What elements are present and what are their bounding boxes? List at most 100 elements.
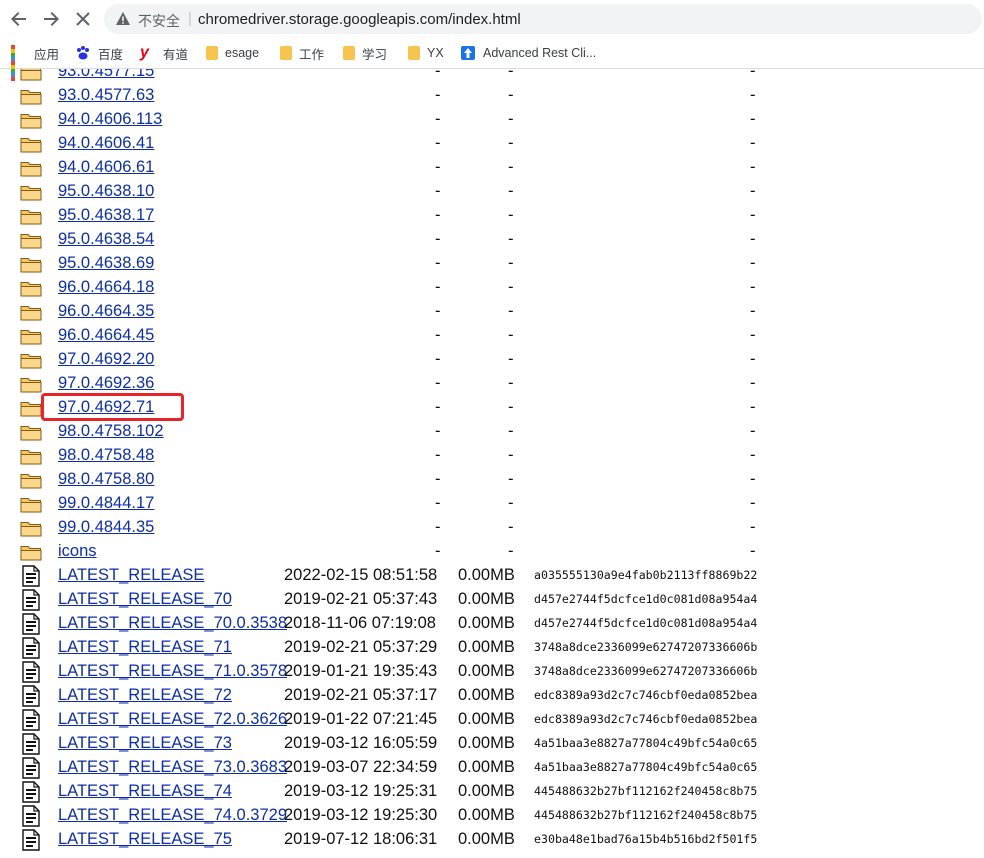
file-date: 2019-02-21 05:37:17	[284, 686, 438, 704]
file-row: LATEST_RELEASE_73.0.3683 2019-03-07 22:34…	[0, 756, 984, 780]
folder-icon	[20, 207, 42, 225]
folder-link[interactable]: 99.0.4844.35	[58, 518, 154, 537]
hash-placeholder: -	[750, 69, 756, 80]
file-size: 0.00MB	[458, 830, 515, 848]
folder-link[interactable]: icons	[58, 542, 97, 561]
date-placeholder: -	[435, 302, 441, 320]
date-placeholder: -	[435, 446, 441, 464]
folder-row: 96.0.4664.45 - - -	[0, 324, 984, 348]
file-icon	[21, 661, 41, 683]
folder-icon	[20, 423, 42, 441]
file-icon	[21, 613, 41, 635]
file-link[interactable]: LATEST_RELEASE_75	[58, 830, 232, 849]
file-row: LATEST_RELEASE_70 2019-02-21 05:37:43 0.00…	[0, 588, 984, 612]
folder-link[interactable]: 96.0.4664.18	[58, 278, 154, 297]
file-date: 2019-02-21 05:37:43	[284, 590, 438, 608]
baidu-paw-icon	[75, 45, 91, 61]
bookmarks-bar: 应用 百度 y 有道 esage 工作 学习 YX Advanced Rest …	[0, 38, 984, 81]
folder-link[interactable]: 93.0.4577.15	[58, 69, 154, 81]
folder-link[interactable]: 98.0.4758.48	[58, 446, 154, 465]
folder-link[interactable]: 98.0.4758.80	[58, 470, 154, 489]
date-placeholder: -	[435, 398, 441, 416]
date-placeholder: -	[435, 230, 441, 248]
folder-link[interactable]: 95.0.4638.54	[58, 230, 154, 249]
folder-icon	[20, 399, 42, 417]
file-link[interactable]: LATEST_RELEASE_73	[58, 734, 232, 753]
address-bar[interactable]: 不安全 | chromedriver.storage.googleapis.co…	[104, 4, 982, 34]
forward-arrow-icon[interactable]	[39, 7, 63, 31]
folder-row: 94.0.4606.113 - - -	[0, 108, 984, 132]
bookmark-advanced-rest-client[interactable]: Advanced Rest Cli...	[460, 38, 596, 68]
hash-placeholder: -	[750, 518, 756, 536]
file-icon	[21, 757, 41, 779]
folder-link[interactable]: 97.0.4692.36	[58, 374, 154, 393]
file-row: LATEST_RELEASE_74.0.3729 2019-03-12 19:25…	[0, 804, 984, 828]
file-link[interactable]: LATEST_RELEASE_71	[58, 638, 232, 657]
date-placeholder: -	[435, 422, 441, 440]
stop-loading-icon[interactable]	[71, 7, 95, 31]
file-icon	[21, 829, 41, 851]
file-row: LATEST_RELEASE_71 2019-02-21 05:37:29 0.00…	[0, 636, 984, 660]
bookmark-yx[interactable]: YX	[406, 38, 444, 68]
folder-link[interactable]: 95.0.4638.10	[58, 182, 154, 201]
file-link[interactable]: LATEST_RELEASE_70	[58, 590, 232, 609]
date-placeholder: -	[435, 518, 441, 536]
folder-row: 94.0.4606.41 - - -	[0, 132, 984, 156]
file-date: 2019-03-07 22:34:59	[284, 758, 438, 776]
warning-icon[interactable]	[114, 10, 132, 28]
folder-link[interactable]: 96.0.4664.45	[58, 326, 154, 345]
file-size: 0.00MB	[458, 614, 515, 632]
bookmark-apps[interactable]: 应用	[11, 38, 59, 81]
file-link[interactable]: LATEST_RELEASE_70.0.3538	[58, 614, 287, 633]
bookmark-baidu[interactable]: 百度	[75, 38, 123, 68]
file-link[interactable]: LATEST_RELEASE_73.0.3683	[58, 758, 287, 777]
file-hash: 445488632b27bf112162f240458c8b75	[534, 808, 758, 822]
size-placeholder: -	[508, 158, 514, 176]
file-hash: 3748a8dce2336099e62747207336606b	[534, 664, 758, 678]
folder-link[interactable]: 98.0.4758.102	[58, 422, 164, 441]
file-link[interactable]: LATEST_RELEASE_72	[58, 686, 232, 705]
back-arrow-icon[interactable]	[7, 7, 31, 31]
security-label[interactable]: 不安全	[138, 11, 180, 31]
bookmark-esage[interactable]: esage	[204, 38, 259, 68]
bookmark-work[interactable]: 工作	[278, 38, 324, 68]
bookmark-label: esage	[225, 46, 260, 60]
folder-link[interactable]: 95.0.4638.17	[58, 206, 154, 225]
folder-link[interactable]: 93.0.4577.63	[58, 86, 154, 105]
folder-link[interactable]: 99.0.4844.17	[58, 494, 154, 513]
folder-link[interactable]: 94.0.4606.61	[58, 158, 154, 177]
file-date: 2018-11-06 07:19:08	[284, 614, 436, 632]
folder-link[interactable]: 97.0.4692.20	[58, 350, 154, 369]
file-link[interactable]: LATEST_RELEASE_74.0.3729	[58, 806, 287, 825]
highlight-box	[41, 393, 184, 421]
size-placeholder: -	[508, 278, 514, 296]
bookmark-study[interactable]: 学习	[341, 38, 387, 68]
file-link[interactable]: LATEST_RELEASE_71.0.3578	[58, 662, 287, 681]
folder-link[interactable]: 94.0.4606.41	[58, 134, 154, 153]
file-date: 2019-02-21 05:37:29	[284, 638, 438, 656]
date-placeholder: -	[435, 206, 441, 224]
file-link[interactable]: LATEST_RELEASE	[58, 566, 204, 585]
file-size: 0.00MB	[458, 734, 515, 752]
date-placeholder: -	[435, 326, 441, 344]
folder-link[interactable]: 95.0.4638.69	[58, 254, 154, 273]
size-placeholder: -	[508, 230, 514, 248]
folder-link[interactable]: 96.0.4664.35	[58, 302, 154, 321]
bookmark-youdao[interactable]: y 有道	[140, 38, 188, 68]
folder-row: 99.0.4844.35 - - -	[0, 516, 984, 540]
file-hash: a035555130a9e4fab0b2113ff8869b22	[534, 568, 758, 582]
size-placeholder: -	[508, 134, 514, 152]
folder-row: 98.0.4758.48 - - -	[0, 444, 984, 468]
file-link[interactable]: LATEST_RELEASE_74	[58, 782, 232, 801]
file-hash: d457e2744f5dcfce1d0c081d08a954a4	[534, 592, 758, 606]
file-icon	[21, 637, 41, 659]
folder-row: 95.0.4638.54 - - -	[0, 228, 984, 252]
folder-icon	[20, 135, 42, 153]
hash-placeholder: -	[750, 230, 756, 248]
folder-link[interactable]: 94.0.4606.113	[58, 110, 162, 129]
directory-listing: 93.0.4577.15- - -93.0.4577.63- - -94.0.4606.…	[0, 69, 984, 858]
url-separator: |	[188, 10, 192, 27]
file-link[interactable]: LATEST_RELEASE_72.0.3626	[58, 710, 287, 729]
folder-row: 93.0.4577.63 - - -	[0, 84, 984, 108]
url-text[interactable]: chromedriver.storage.googleapis.com/inde…	[198, 11, 521, 28]
